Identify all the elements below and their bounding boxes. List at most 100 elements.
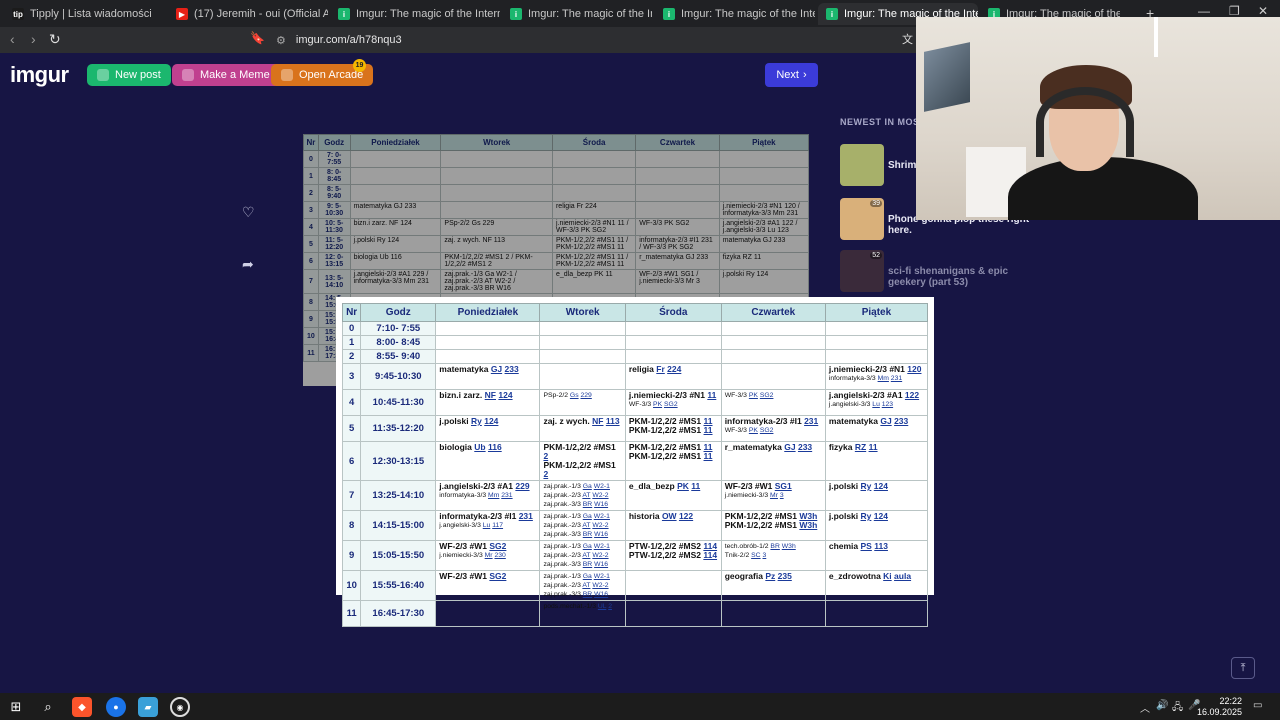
room-link[interactable]: 224 bbox=[667, 364, 681, 374]
teacher-link[interactable]: GJ bbox=[491, 364, 502, 374]
room-link[interactable]: 11 bbox=[704, 425, 713, 435]
tray-chevron-icon[interactable]: ︿ bbox=[1140, 700, 1150, 715]
teacher-link[interactable]: PK bbox=[677, 481, 689, 491]
heart-icon[interactable]: ♡ bbox=[242, 204, 255, 221]
teacher-link[interactable]: UL bbox=[598, 603, 606, 610]
back-button[interactable]: ‹ bbox=[10, 31, 15, 47]
app-icon[interactable]: ◉ bbox=[170, 697, 190, 717]
teacher-link[interactable]: Mr bbox=[770, 492, 778, 499]
room-link[interactable]: 3 bbox=[780, 492, 784, 499]
room-link[interactable]: 124 bbox=[484, 416, 498, 426]
room-link[interactable]: 11 bbox=[707, 390, 716, 400]
room-link[interactable]: SG2 bbox=[760, 427, 774, 434]
address-bar[interactable]: ⚙ imgur.com/a/h78nqu3 bbox=[268, 30, 918, 50]
teacher-link[interactable]: Gs bbox=[570, 392, 579, 399]
teacher-link[interactable]: Pz bbox=[765, 571, 775, 581]
post-title[interactable]: sci-fi shenanigans & epic geekery (part … bbox=[888, 266, 1048, 288]
teacher-link[interactable]: Ry bbox=[861, 481, 872, 491]
room-link[interactable]: W2-1 bbox=[594, 483, 610, 490]
teacher-link[interactable]: BR bbox=[583, 561, 592, 568]
teacher-link[interactable]: Mm bbox=[488, 492, 499, 499]
share-icon[interactable]: ➦ bbox=[242, 256, 254, 273]
next-post-button[interactable]: Next › bbox=[765, 63, 818, 87]
teacher-link[interactable]: PK bbox=[653, 401, 662, 408]
teacher-link[interactable]: PK bbox=[749, 427, 758, 434]
teacher-link[interactable]: AT bbox=[582, 582, 590, 589]
room-link[interactable]: aula bbox=[894, 571, 911, 581]
teacher-link[interactable]: OW bbox=[662, 511, 677, 521]
room-link[interactable]: 124 bbox=[874, 481, 888, 491]
reload-icon[interactable]: ↻ bbox=[49, 31, 61, 48]
room-link[interactable]: 3 bbox=[762, 552, 766, 559]
room-link[interactable]: 120 bbox=[907, 364, 921, 374]
teacher-link[interactable]: Ga bbox=[583, 513, 592, 520]
room-link[interactable]: 2 bbox=[608, 603, 612, 610]
room-link[interactable]: 233 bbox=[505, 364, 519, 374]
search-icon[interactable]: ⌕ bbox=[38, 697, 58, 717]
network-icon[interactable]: 🖧 bbox=[1172, 700, 1183, 717]
room-link[interactable]: 231 bbox=[804, 416, 818, 426]
teacher-link[interactable]: GJ bbox=[784, 442, 795, 452]
clock[interactable]: 22:22 16.09.2025 bbox=[1197, 696, 1242, 718]
room-link[interactable]: W2-2 bbox=[592, 522, 608, 529]
room-link[interactable]: W2-1 bbox=[594, 573, 610, 580]
room-link[interactable]: 117 bbox=[492, 522, 503, 529]
browser-tab[interactable]: i Imgur: The magic of the Internet bbox=[502, 3, 652, 25]
room-link[interactable]: 231 bbox=[519, 511, 533, 521]
room-link[interactable]: W2-2 bbox=[592, 582, 608, 589]
room-link[interactable]: W3h bbox=[799, 520, 817, 530]
browser-tab[interactable]: i Imgur: The magic of the Internet bbox=[655, 3, 815, 25]
teacher-link[interactable]: Ki bbox=[883, 571, 892, 581]
maximize-button[interactable]: ❐ bbox=[1229, 4, 1240, 18]
room-link[interactable]: W16 bbox=[594, 561, 608, 568]
room-link[interactable]: 124 bbox=[874, 511, 888, 521]
forward-button[interactable]: › bbox=[31, 31, 36, 47]
teacher-link[interactable]: Fr bbox=[656, 364, 665, 374]
teacher-link[interactable]: Ga bbox=[583, 483, 592, 490]
room-link[interactable]: SG2 bbox=[489, 541, 506, 551]
teacher-link[interactable]: Ga bbox=[583, 573, 592, 580]
teacher-link[interactable]: BR bbox=[770, 543, 779, 550]
room-link[interactable]: 11 bbox=[691, 481, 700, 491]
new-post-button[interactable]: New post bbox=[87, 64, 171, 86]
brave-browser-icon[interactable]: ◆ bbox=[72, 697, 92, 717]
site-info-icon[interactable]: ⚙ bbox=[276, 34, 286, 47]
room-link[interactable]: SG1 bbox=[775, 481, 792, 491]
room-link[interactable]: SG2 bbox=[760, 392, 774, 399]
room-link[interactable]: 2 bbox=[543, 469, 548, 479]
make-meme-button[interactable]: Make a Meme bbox=[172, 64, 280, 86]
teacher-link[interactable]: NF bbox=[592, 416, 603, 426]
teacher-link[interactable]: BR bbox=[583, 531, 592, 538]
room-link[interactable]: 230 bbox=[494, 552, 505, 559]
teacher-link[interactable]: Ub bbox=[474, 442, 485, 452]
teacher-link[interactable]: AT bbox=[582, 492, 590, 499]
notifications-icon[interactable]: ▭ bbox=[1253, 700, 1262, 711]
bookmark-icon[interactable]: 🔖 bbox=[250, 31, 265, 45]
teacher-link[interactable]: PK bbox=[749, 392, 758, 399]
room-link[interactable]: 11 bbox=[869, 442, 878, 452]
room-link[interactable]: 122 bbox=[679, 511, 693, 521]
room-link[interactable]: 124 bbox=[498, 390, 512, 400]
room-link[interactable]: 122 bbox=[905, 390, 919, 400]
room-link[interactable]: 231 bbox=[891, 375, 902, 382]
teacher-link[interactable]: BR bbox=[583, 591, 592, 598]
teacher-link[interactable]: Lu bbox=[872, 401, 880, 408]
teacher-link[interactable]: GJ bbox=[880, 416, 891, 426]
teacher-link[interactable]: SC bbox=[751, 552, 760, 559]
scroll-to-top-button[interactable]: ⤒ bbox=[1231, 657, 1255, 679]
room-link[interactable]: 233 bbox=[894, 416, 908, 426]
room-link[interactable]: SG2 bbox=[489, 571, 506, 581]
room-link[interactable]: W3h bbox=[782, 543, 796, 550]
room-link[interactable]: 233 bbox=[798, 442, 812, 452]
imgur-logo[interactable]: imgur bbox=[10, 62, 69, 88]
room-link[interactable]: W16 bbox=[594, 591, 608, 598]
teacher-link[interactable]: AT bbox=[582, 522, 590, 529]
room-link[interactable]: W2-1 bbox=[594, 513, 610, 520]
teacher-link[interactable]: Ga bbox=[583, 543, 592, 550]
teacher-link[interactable]: PS bbox=[861, 541, 872, 551]
room-link[interactable]: 229 bbox=[580, 392, 591, 399]
teacher-link[interactable]: RZ bbox=[855, 442, 866, 452]
file-explorer-icon[interactable]: ▰ bbox=[138, 697, 158, 717]
teacher-link[interactable]: BR bbox=[583, 501, 592, 508]
room-link[interactable]: 113 bbox=[874, 541, 888, 551]
